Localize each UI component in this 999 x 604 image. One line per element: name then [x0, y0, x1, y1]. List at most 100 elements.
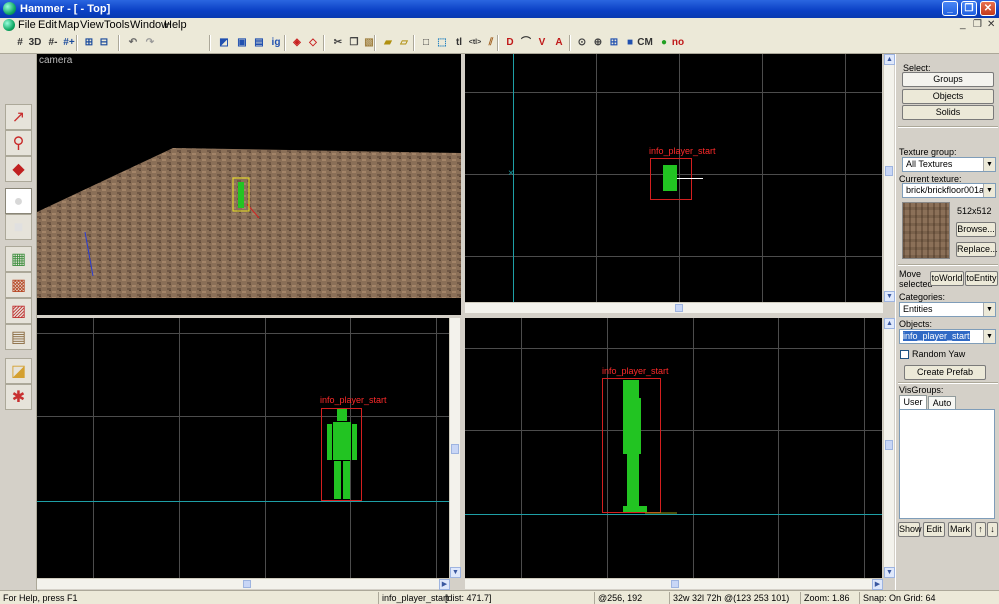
select-cursor-icon[interactable]: ⬚ — [434, 35, 450, 51]
hide-selection-icon[interactable]: ▣ — [234, 35, 250, 51]
select-box-icon[interactable]: □ — [418, 35, 434, 51]
vertex-tool-button[interactable]: ✱ — [5, 384, 32, 410]
top-2d-viewport[interactable]: × info_player_start — [465, 54, 882, 302]
top-viewport-vscroll[interactable]: ▲ ▼ — [883, 54, 895, 302]
flip-icon[interactable]: <tl> — [467, 35, 483, 51]
selection-tool-button[interactable]: ↗ — [5, 104, 32, 130]
cut-icon[interactable]: ✂ — [330, 35, 346, 51]
scroll-down-arrow-icon[interactable]: ▼ — [450, 567, 461, 578]
front-2d-viewport[interactable]: info_player_start — [37, 318, 449, 578]
scroll-thumb[interactable] — [451, 444, 459, 454]
clip-icon[interactable]: ⫽ — [483, 35, 499, 51]
scroll-up-arrow-icon[interactable]: ▲ — [884, 54, 895, 65]
scroll-up-arrow-icon[interactable]: ▲ — [884, 318, 895, 329]
grid-3d-icon[interactable]: ⊞ — [606, 35, 622, 51]
scroll-down-arrow-icon[interactable]: ▼ — [884, 567, 895, 578]
ungroup-icon[interactable]: ⊟ — [96, 35, 112, 51]
cm-icon[interactable]: CM — [637, 35, 653, 51]
mdi-restore-button[interactable]: ❐ — [973, 19, 982, 30]
block-tool-button[interactable]: ■ — [5, 214, 32, 240]
side-viewport-vscroll[interactable]: ▲ ▼ — [883, 318, 895, 578]
to-world-button[interactable]: toWorld — [930, 271, 964, 286]
menu-view[interactable]: View — [80, 19, 104, 31]
title-bar[interactable]: Hammer - [ - Top] _ ❐ ✕ — [0, 0, 999, 18]
document-menu-icon[interactable] — [3, 19, 15, 31]
camera-tool-button[interactable]: ◆ — [5, 156, 32, 182]
current-texture-select[interactable]: brick/brickfloor001a ▼ — [902, 183, 996, 198]
mdi-close-button[interactable]: ✕ — [987, 19, 995, 30]
color-icon[interactable]: ■ — [622, 35, 638, 51]
make-hollow-icon[interactable]: ◇ — [305, 35, 321, 51]
scroll-thumb[interactable] — [671, 580, 679, 588]
chevron-down-icon[interactable]: ▼ — [983, 330, 995, 343]
tab-auto[interactable]: Auto — [928, 396, 956, 410]
no-draw-icon[interactable]: no — [670, 35, 686, 51]
apply-texture-tool-button[interactable]: ▩ — [5, 272, 32, 298]
texture-apply-icon[interactable]: tl — [451, 35, 467, 51]
texture-scale-lock-icon[interactable]: ▱ — [396, 35, 412, 51]
side-2d-viewport[interactable]: info_player_start — [465, 318, 882, 578]
scroll-down-arrow-icon[interactable]: ▼ — [884, 291, 895, 302]
autovis-icon[interactable]: ⊕ — [590, 35, 606, 51]
clip-tool-button[interactable]: ◪ — [5, 358, 32, 384]
show-all-icon[interactable]: ▤ — [251, 35, 267, 51]
camera-viewport[interactable]: camera — [37, 54, 461, 315]
grid-larger-icon[interactable]: #+ — [61, 35, 77, 51]
paste-icon[interactable]: ▧ — [361, 35, 377, 51]
chevron-down-icon[interactable]: ▼ — [983, 184, 995, 197]
menu-file[interactable]: File — [18, 19, 36, 31]
show-button[interactable]: Show — [898, 522, 922, 537]
texture-group-select[interactable]: All Textures ▼ — [902, 157, 996, 172]
redo-icon[interactable]: ↷ — [142, 35, 158, 51]
texture-tool-button[interactable]: ▦ — [5, 246, 32, 272]
toggle-3d-red-icon[interactable]: D — [502, 35, 518, 51]
magnify-tool-button[interactable]: ⚲ — [5, 130, 32, 156]
menu-map[interactable]: Map — [58, 19, 79, 31]
mdi-minimize-button[interactable]: _ — [960, 19, 966, 30]
random-yaw-checkbox[interactable] — [900, 350, 909, 359]
chevron-down-icon[interactable]: ▼ — [983, 303, 995, 316]
close-button[interactable]: ✕ — [980, 1, 996, 16]
select-groups-button[interactable]: Groups — [902, 72, 994, 87]
scroll-thumb[interactable] — [243, 580, 251, 588]
scroll-right-arrow-icon[interactable]: ▶ — [872, 579, 883, 590]
ig-icon[interactable]: ig — [268, 35, 284, 51]
front-viewport-vscroll[interactable]: ▼ — [449, 318, 461, 578]
scroll-thumb[interactable] — [885, 166, 893, 176]
vertex-icon[interactable]: ⌒ — [518, 35, 534, 51]
group-icon[interactable]: ⊞ — [81, 35, 97, 51]
copy-icon[interactable]: ❐ — [346, 35, 362, 51]
side-viewport-hscroll[interactable]: ▶ — [465, 578, 883, 590]
toggle-models-icon[interactable]: V — [534, 35, 550, 51]
visgroups-list[interactable] — [899, 409, 995, 519]
select-objects-button[interactable]: Objects — [902, 89, 994, 104]
toggle-helpers-icon[interactable]: A — [551, 35, 567, 51]
move-down-button[interactable]: ↓ — [987, 522, 998, 537]
entity-tool-button[interactable]: ● — [5, 188, 32, 214]
select-solids-button[interactable]: Solids — [902, 105, 994, 120]
create-prefab-button[interactable]: Create Prefab — [904, 365, 986, 380]
top-viewport-hscroll[interactable] — [465, 302, 883, 313]
decal-tool-button[interactable]: ▨ — [5, 298, 32, 324]
3d-grid-icon[interactable]: 3D — [27, 35, 43, 51]
scroll-thumb[interactable] — [885, 440, 893, 450]
texture-lock-icon[interactable]: ▰ — [380, 35, 396, 51]
menu-tools[interactable]: Tools — [104, 19, 130, 31]
menu-edit[interactable]: Edit — [38, 19, 57, 31]
overlay-tool-button[interactable]: ▤ — [5, 324, 32, 350]
tab-user[interactable]: User — [899, 395, 927, 409]
scroll-thumb[interactable] — [675, 304, 683, 312]
minimize-button[interactable]: _ — [942, 1, 958, 16]
to-entity-button[interactable]: toEntity — [965, 271, 998, 286]
edit-button[interactable]: Edit — [923, 522, 945, 537]
mark-button[interactable]: Mark — [948, 522, 972, 537]
categories-select[interactable]: Entities ▼ — [899, 302, 996, 317]
move-up-button[interactable]: ↑ — [975, 522, 986, 537]
maximize-button[interactable]: ❐ — [961, 1, 977, 16]
compile-icon[interactable]: ◩ — [216, 35, 232, 51]
undo-icon[interactable]: ↶ — [125, 35, 141, 51]
replace-button[interactable]: Replace... — [956, 242, 998, 257]
cordon-icon[interactable]: ⊙ — [574, 35, 590, 51]
menu-help[interactable]: Help — [164, 19, 187, 31]
carve-icon[interactable]: ◈ — [289, 35, 305, 51]
